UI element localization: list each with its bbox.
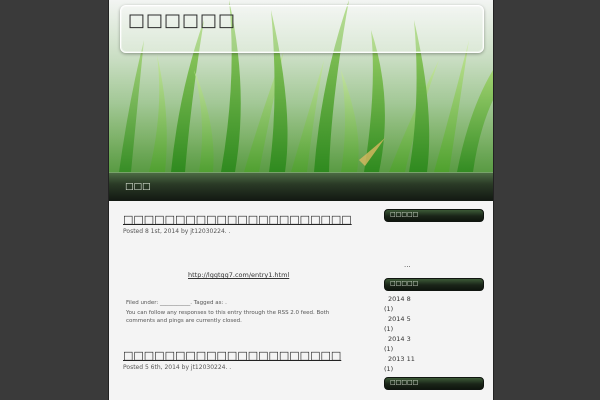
post-entry: □□□□□□□□□□□□□□□□□□□□□ Posted 5 6th, 2014… xyxy=(123,349,341,371)
archives-widget-header: □□□□□ xyxy=(384,278,484,291)
sidebar-widget-header: □□□□□ xyxy=(384,209,484,222)
archive-month-link[interactable]: 2014 8 xyxy=(384,294,484,304)
widget-title: □□□□□ xyxy=(390,211,419,218)
archive-month-link[interactable]: 2014 3 xyxy=(384,334,484,344)
post-meta: Posted 8 1st, 2014 by jt12030224. . xyxy=(123,228,231,235)
nav-bar: □□□ xyxy=(109,172,493,201)
widget-title: □□□□□ xyxy=(390,379,419,386)
post-title[interactable]: □□□□□□□□□□□□□□□□□□□□□□ xyxy=(123,213,378,226)
main-content: □□□□□□□□□□□□□□□□□□□□□□ Posted 8 1st, 201… xyxy=(123,213,378,371)
post-footer: Filed under: ___________. Tagged as: . Y… xyxy=(126,299,336,325)
post-title[interactable]: □□□□□□□□□□□□□□□□□□□□□ xyxy=(123,349,341,362)
archive-count: (1) xyxy=(384,305,394,313)
archive-count: (1) xyxy=(384,345,394,353)
post-entry: □□□□□□□□□□□□□□□□□□□□□□ Posted 8 1st, 201… xyxy=(123,213,378,324)
widget-ellipsis: ... xyxy=(404,261,411,269)
post-meta: Posted 5 6th, 2014 by jt12030224. . xyxy=(123,364,232,371)
sidebar: □□□□□ ... □□□□□ 2014 8 (1) 2014 5 (1) 20… xyxy=(384,209,484,390)
archives-list: 2014 8 (1) 2014 5 (1) 2014 3 (1) 2013 11… xyxy=(384,294,484,374)
archive-count: (1) xyxy=(384,365,394,373)
post-filed-under: Filed under: ___________. Tagged as: . xyxy=(126,300,227,306)
archive-month-link[interactable]: 2013 11 xyxy=(384,354,484,364)
page-container: □□□□□□ □□□ □□□□□□□□□□□□□□□□□□□□□□ Posted… xyxy=(108,0,494,400)
post-responses-note: You can follow any responses to this ent… xyxy=(126,310,330,324)
nav-item-home[interactable]: □□□ xyxy=(125,182,151,192)
post-entry-link[interactable]: http://lggtgg7.com/entry1.html xyxy=(188,271,289,279)
archive-month-link[interactable]: 2014 5 xyxy=(384,314,484,324)
widget-title: □□□□□ xyxy=(390,280,419,287)
site-title[interactable]: □□□□□□ xyxy=(128,10,236,31)
site-title-box: □□□□□□ xyxy=(120,5,484,53)
archive-count: (1) xyxy=(384,325,394,333)
sidebar-widget-header: □□□□□ xyxy=(384,377,484,390)
header-banner: □□□□□□ xyxy=(109,0,493,172)
